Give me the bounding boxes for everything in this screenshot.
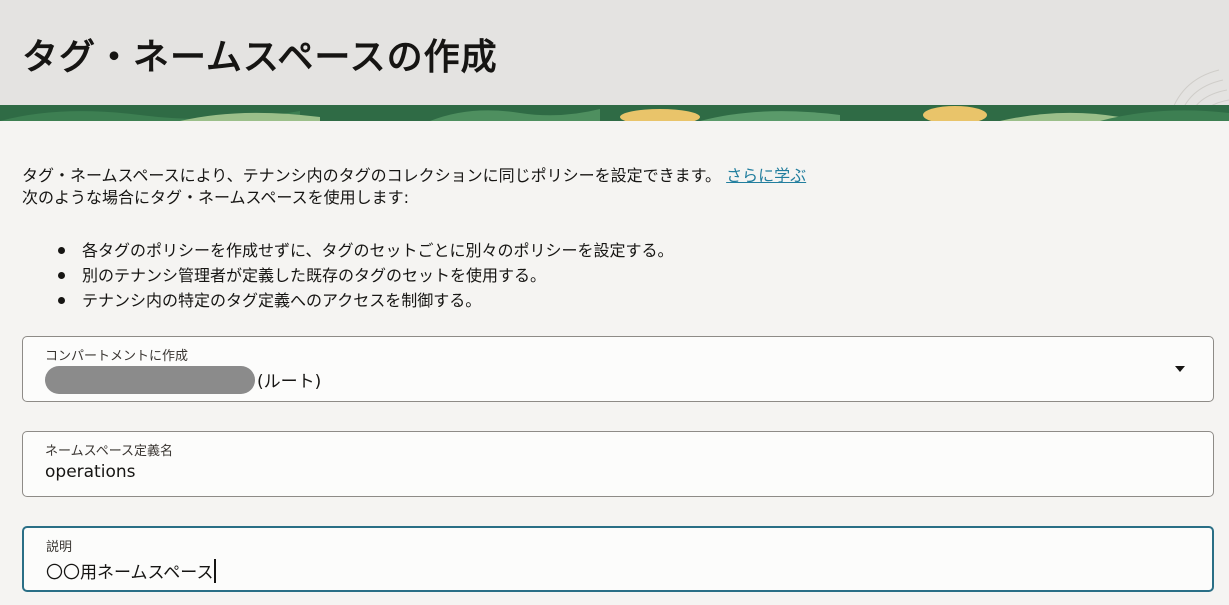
compartment-select[interactable]: コンパートメントに作成 (ルート): [22, 336, 1214, 402]
description-value-wrap[interactable]: 〇〇用ネームスペース: [46, 558, 217, 585]
page-title: タグ・ネームスペースの作成: [22, 37, 498, 78]
intro-text: タグ・ネームスペースにより、テナンシ内のタグのコレクションに同じポリシーを設定で…: [22, 165, 1172, 209]
text-cursor: [214, 559, 217, 583]
description-value: 〇〇用ネームスペース: [46, 563, 214, 583]
list-item: 別のテナンシ管理者が定義した既存のタグのセットを使用する。: [58, 263, 674, 288]
compartment-root-suffix: (ルート): [257, 372, 322, 392]
redacted-compartment-name: [45, 366, 255, 394]
compartment-label: コンパートメントに作成: [45, 349, 189, 364]
namespace-name-value[interactable]: operations: [45, 462, 135, 482]
list-item: テナンシ内の特定のタグ定義へのアクセスを制御する。: [58, 288, 674, 313]
list-item: 各タグのポリシーを作成せずに、タグのセットごとに別々のポリシーを設定する。: [58, 238, 674, 263]
chevron-down-icon[interactable]: [1175, 366, 1185, 372]
decorative-banner: [0, 105, 1229, 121]
description-field[interactable]: 説明 〇〇用ネームスペース: [22, 526, 1214, 592]
namespace-name-field[interactable]: ネームスペース定義名 operations: [22, 431, 1214, 497]
description-label: 説明: [46, 540, 73, 555]
namespace-name-label: ネームスペース定義名: [45, 444, 174, 459]
intro-line-1: タグ・ネームスペースにより、テナンシ内のタグのコレクションに同じポリシーを設定で…: [22, 166, 722, 185]
intro-line-2: 次のような場合にタグ・ネームスペースを使用します:: [22, 188, 409, 207]
learn-more-link[interactable]: さらに学ぶ: [726, 166, 806, 185]
usage-list: 各タグのポリシーを作成せずに、タグのセットごとに別々のポリシーを設定する。 別の…: [58, 238, 674, 313]
compartment-value: (ルート): [45, 366, 322, 396]
page-header: タグ・ネームスペースの作成: [0, 0, 1229, 120]
